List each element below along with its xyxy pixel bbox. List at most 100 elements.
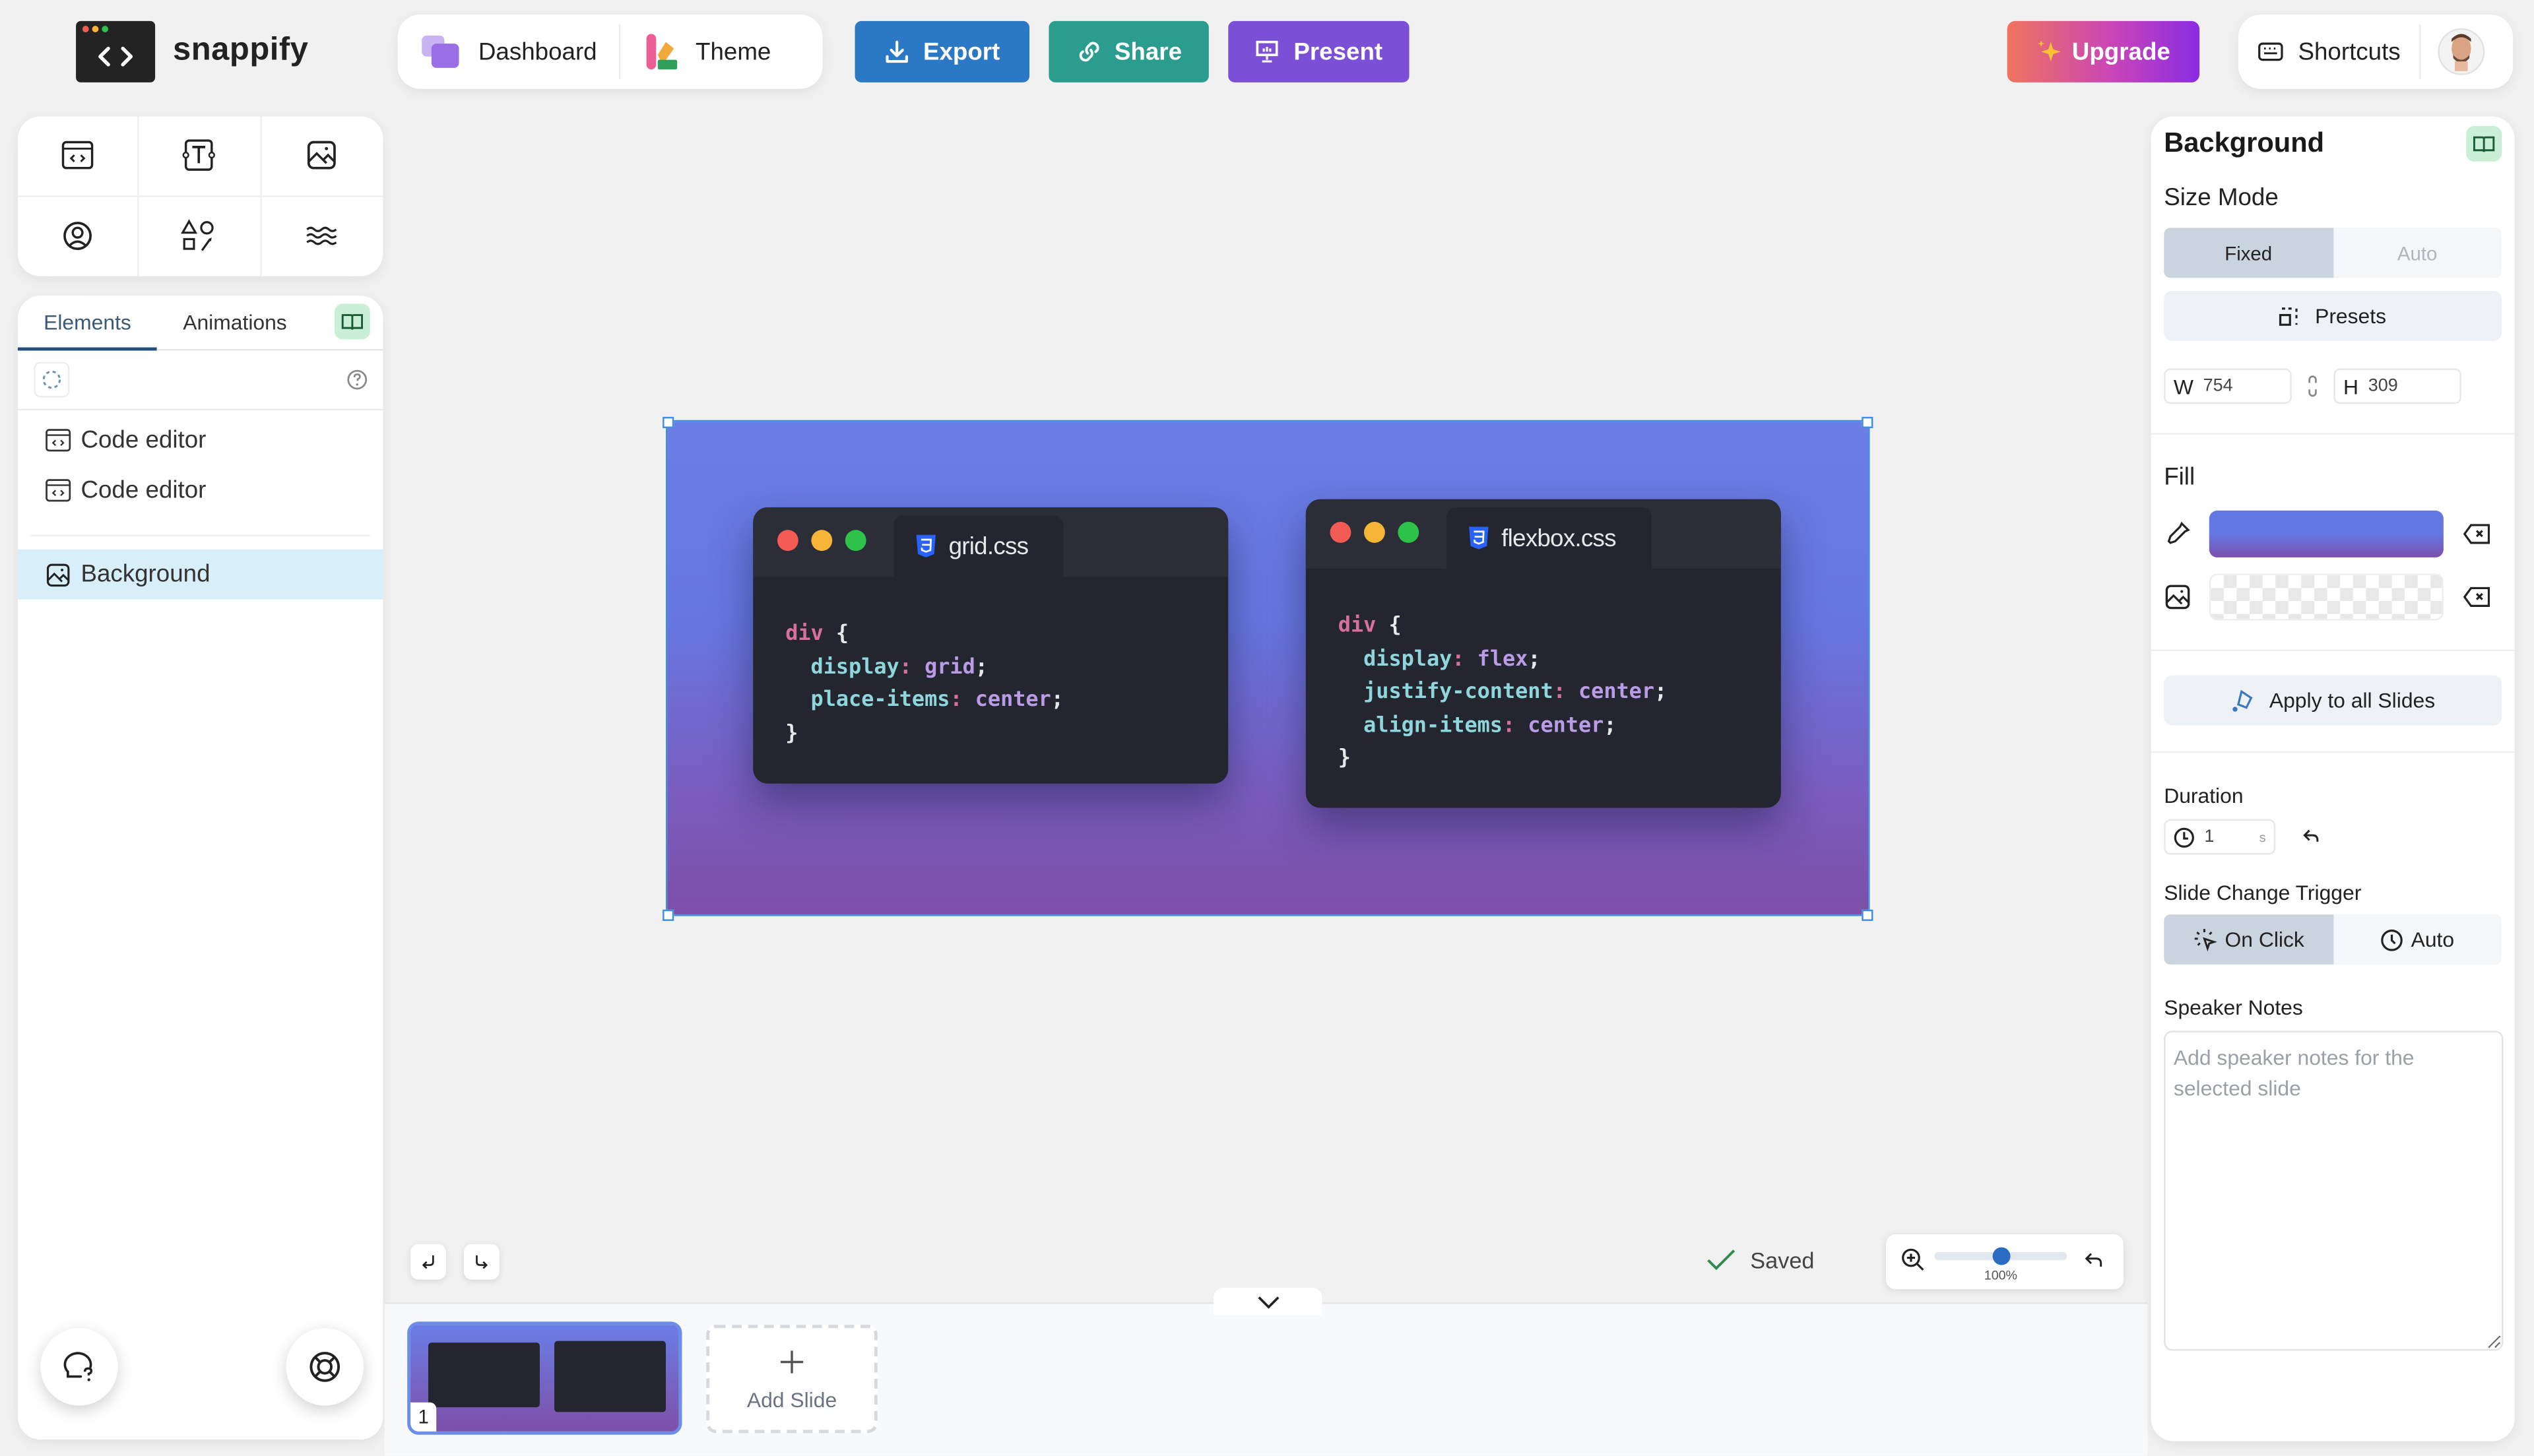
inspector-docs-button[interactable] [2466,126,2502,162]
text-tool[interactable] [139,116,261,197]
layer-divider [30,534,370,537]
clock-icon [2174,827,2194,847]
dashboard-icon [422,35,459,68]
code-token: div [785,621,824,647]
image-icon[interactable] [2164,583,2192,611]
collapse-strip-button[interactable] [1214,1287,1322,1315]
shortcuts-button[interactable]: Shortcuts [2238,15,2420,89]
zoom-in-icon[interactable] [1900,1248,1926,1273]
add-slide-button[interactable]: Add Slide [706,1325,878,1434]
layers-panel: Elements Animations Code editor Code edi… [17,295,383,1440]
export-button[interactable]: Export [855,20,1030,82]
save-status: Saved [1706,1248,1814,1273]
editor-titlebar: flexbox.css [1305,499,1781,569]
code-content: div { display: grid; place-items: center… [753,577,1228,751]
undo-button[interactable] [410,1244,446,1280]
thumb-editor [428,1343,540,1408]
speaker-notes-input[interactable] [2164,1030,2504,1351]
layer-item-code-editor-2[interactable]: Code editor [18,465,383,515]
code-editor-tool[interactable] [17,116,140,197]
present-label: Present [1293,38,1383,66]
duration-label: Duration [2164,783,2244,808]
fill-color-swatch[interactable] [2209,510,2444,557]
zoom-slider-track[interactable] [1934,1247,2067,1265]
link-icon [1078,42,1099,62]
code-window-icon [46,429,71,452]
app-window: snappify Dashboard Theme Export Share Pr… [0,0,2534,1456]
height-input-label: H [2343,373,2359,398]
shapes-icon [181,219,214,252]
background-image-swatch[interactable] [2209,573,2444,621]
code-line: justify-content: center; [1338,677,1781,710]
present-button[interactable]: Present [1228,20,1410,82]
code-token: place-items [810,688,950,713]
size-mode-fixed[interactable]: Fixed [2164,228,2333,278]
eyedropper-icon[interactable] [2164,521,2192,548]
presets-button[interactable]: Presets [2164,290,2502,341]
theme-button[interactable]: Theme [621,15,793,89]
layer-item-background[interactable]: Background [17,549,383,600]
clear-image-icon[interactable] [2463,586,2490,608]
reset-zoom-icon[interactable] [2085,1252,2104,1270]
feedback-button[interactable] [40,1328,118,1406]
aspect-lock-icon[interactable] [2306,375,2320,397]
code-token: } [785,721,798,746]
resize-handle-top-right[interactable] [1862,416,1873,428]
resize-handle-bottom-right[interactable] [1862,909,1873,921]
waves-icon [307,227,338,245]
apply-to-all-slides-button[interactable]: Apply to all Slides [2164,675,2502,726]
duration-input[interactable]: 1 s [2164,819,2276,855]
code-line: div { [785,619,1228,652]
tab-animations[interactable]: Animations [157,296,313,349]
clear-fill-icon[interactable] [2463,523,2490,544]
user-circle-icon [63,222,92,251]
user-avatar-icon [2438,28,2486,75]
text-box-icon [183,139,216,172]
code-editor-flexbox[interactable]: flexbox.css div { display: flex; justify… [1305,499,1781,808]
editor-tab[interactable]: grid.css [893,515,1064,577]
slide-thumbnail[interactable]: 1 [407,1321,682,1435]
shortcuts-label: Shortcuts [2298,38,2401,66]
trigger-auto[interactable]: Auto [2333,914,2502,965]
editor-tab[interactable]: flexbox.css [1446,507,1652,569]
help-icon[interactable] [346,368,368,391]
support-button[interactable] [286,1328,364,1406]
redo-button[interactable] [463,1244,500,1280]
user-group: Shortcuts [2238,15,2514,89]
resize-handle-bottom-left[interactable] [663,909,674,921]
dashboard-button[interactable]: Dashboard [397,15,619,89]
inspector-panel: Background Size Mode Fixed Auto Presets … [2151,116,2515,1441]
resize-handle-top-left[interactable] [663,416,674,428]
slide-canvas[interactable]: grid.css div { display: grid; place-item… [665,420,1870,916]
editor-filename: grid.css [948,532,1029,560]
avatar-tool[interactable] [18,196,140,276]
upgrade-button[interactable]: Upgrade [2007,20,2200,82]
code-window-icon [46,479,71,502]
code-token: : [950,688,963,713]
avatar[interactable] [2422,26,2486,77]
docs-button[interactable] [334,303,370,340]
layer-item-code-editor-1[interactable]: Code editor [18,415,383,465]
zoom-slider-thumb[interactable] [1992,1247,2010,1265]
code-token: : [1553,680,1566,705]
code-editor-grid[interactable]: grid.css div { display: grid; place-item… [753,507,1229,784]
tab-elements[interactable]: Elements [17,295,158,350]
code-line: } [1338,744,1781,776]
size-mode-auto[interactable]: Auto [2333,228,2502,278]
size-mode-label: Size Mode [2164,184,2279,212]
chat-question-icon [63,1352,93,1381]
select-all-button[interactable] [34,362,70,398]
height-input[interactable]: H 309 [2333,368,2461,404]
presentation-icon [1256,40,1279,63]
trigger-on-click[interactable]: On Click [2164,914,2333,965]
share-button[interactable]: Share [1049,20,1209,82]
image-tool[interactable] [261,116,383,197]
theme-label: Theme [696,38,771,66]
shapes-tool[interactable] [139,196,261,276]
width-input[interactable]: W 754 [2164,368,2292,404]
layer-label: Background [81,560,211,588]
background-pattern-tool[interactable] [261,197,383,276]
reset-duration-icon[interactable] [2303,829,2321,844]
